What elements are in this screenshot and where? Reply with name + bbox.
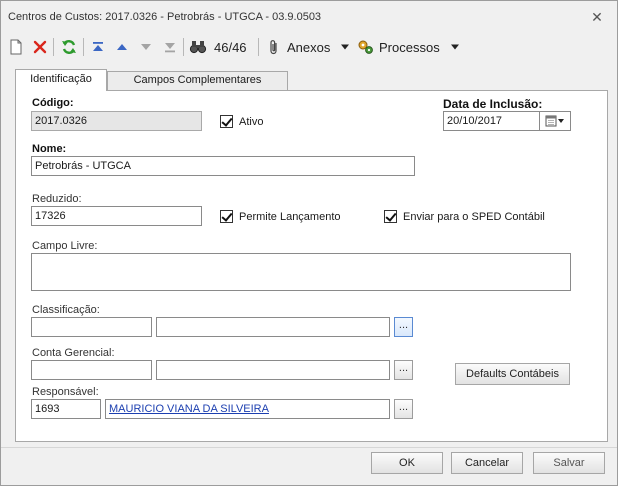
ok-label: OK [399,457,415,469]
previous-record-icon [117,44,127,50]
classificacao-lookup-button[interactable]: ... [394,317,413,337]
codigo-value: 2017.0326 [35,115,87,127]
lookup-label: ... [398,362,409,374]
responsavel-name-link[interactable]: MAURICIO VIANA DA SILVEIRA [109,403,269,415]
attachments-label: Anexos [287,39,331,55]
processes-button[interactable]: Processos [357,36,460,58]
codigo-label: Código: [32,97,74,109]
delete-icon [33,40,47,54]
reduzido-label: Reduzido: [32,193,82,205]
refresh-icon [62,40,76,54]
permite-lancamento-checkbox[interactable]: Permite Lançamento [220,210,341,223]
footer-divider [1,447,617,448]
paperclip-icon [270,40,277,55]
previous-record-button[interactable] [115,36,129,58]
defaults-contabeis-button[interactable]: Defaults Contábeis [455,363,570,385]
classificacao-code-field[interactable] [31,317,152,337]
codigo-field: 2017.0326 [31,111,202,131]
close-icon[interactable]: ✕ [589,9,605,25]
lookup-label: ... [398,319,409,331]
tab-label: Campos Complementares [133,74,262,86]
binoculars-icon [189,41,207,54]
nome-value: Petrobrás - UTGCA [35,160,131,172]
enviar-sped-checkbox[interactable]: Enviar para o SPED Contábil [384,210,545,223]
nome-field[interactable]: Petrobrás - UTGCA [31,156,415,176]
last-record-icon [165,43,175,53]
lookup-label: ... [398,401,409,413]
save-label: Salvar [553,457,585,469]
tab-campos-complementares[interactable]: Campos Complementares [107,71,288,90]
responsavel-name-field[interactable]: MAURICIO VIANA DA SILVEIRA [105,399,390,419]
tab-identificacao[interactable]: Identificação [15,69,107,91]
save-button[interactable]: Salvar [533,452,605,474]
reduzido-field[interactable]: 17326 [31,206,202,226]
toolbar-separator [53,38,54,56]
responsavel-code-value: 1693 [35,403,60,415]
data-inclusao-field[interactable]: 20/10/2017 [443,111,540,131]
campo-livre-textarea[interactable] [31,253,571,291]
conta-gerencial-description-field[interactable] [156,360,390,380]
search-records-button[interactable]: 46/46 [189,36,247,58]
new-document-button[interactable] [9,36,23,58]
record-counter: 46/46 [214,39,247,55]
classificacao-label: Classificação: [32,304,100,316]
checkmark-icon [220,115,233,128]
reduzido-value: 17326 [35,210,66,222]
window-title: Centros de Custos: 2017.0326 - Petrobrás… [8,11,322,23]
checkmark-icon [220,210,233,223]
date-picker-button[interactable] [540,111,571,131]
delete-button[interactable] [33,36,47,58]
conta-gerencial-label: Conta Gerencial: [32,347,115,359]
checkmark-icon [384,210,397,223]
toolbar-separator [258,38,259,56]
calendar-icon [545,115,564,127]
responsavel-code-field[interactable]: 1693 [31,399,101,419]
conta-gerencial-code-field[interactable] [31,360,152,380]
refresh-button[interactable] [61,36,77,58]
ativo-checkbox[interactable]: Ativo [220,115,263,128]
campo-livre-label: Campo Livre: [32,240,98,252]
last-record-button[interactable] [163,36,177,58]
toolbar-separator [83,38,84,56]
data-inclusao-value: 20/10/2017 [447,115,503,127]
processes-label: Processos [379,39,440,55]
dialog-window: Centros de Custos: 2017.0326 - Petrobrás… [0,0,618,486]
cancel-label: Cancelar [464,457,510,469]
responsavel-label: Responsável: [32,386,99,398]
first-record-button[interactable] [91,36,105,58]
dropdown-arrow-icon [450,44,459,50]
ativo-label: Ativo [239,115,264,128]
permite-lancamento-label: Permite Lançamento [239,210,341,223]
attachments-button[interactable]: Anexos [267,36,350,58]
cancel-button[interactable]: Cancelar [451,452,523,474]
next-record-button[interactable] [139,36,153,58]
title-bar: Centros de Custos: 2017.0326 - Petrobrás… [1,1,617,31]
responsavel-lookup-button[interactable]: ... [394,399,413,419]
conta-gerencial-lookup-button[interactable]: ... [394,360,413,380]
next-record-icon [141,44,151,50]
first-record-icon [93,42,103,51]
classificacao-description-field[interactable] [156,317,390,337]
data-inclusao-label: Data de Inclusão: [443,97,543,111]
tab-label: Identificação [30,73,92,85]
ok-button[interactable]: OK [371,452,443,474]
defaults-contabeis-label: Defaults Contábeis [466,368,559,380]
toolbar: 46/46 Anexos Processos [1,33,617,61]
gears-icon [358,40,373,54]
toolbar-separator [183,38,184,56]
new-document-icon [10,39,22,55]
enviar-sped-label: Enviar para o SPED Contábil [403,210,545,223]
dropdown-arrow-icon [341,44,350,50]
nome-label: Nome: [32,143,67,155]
